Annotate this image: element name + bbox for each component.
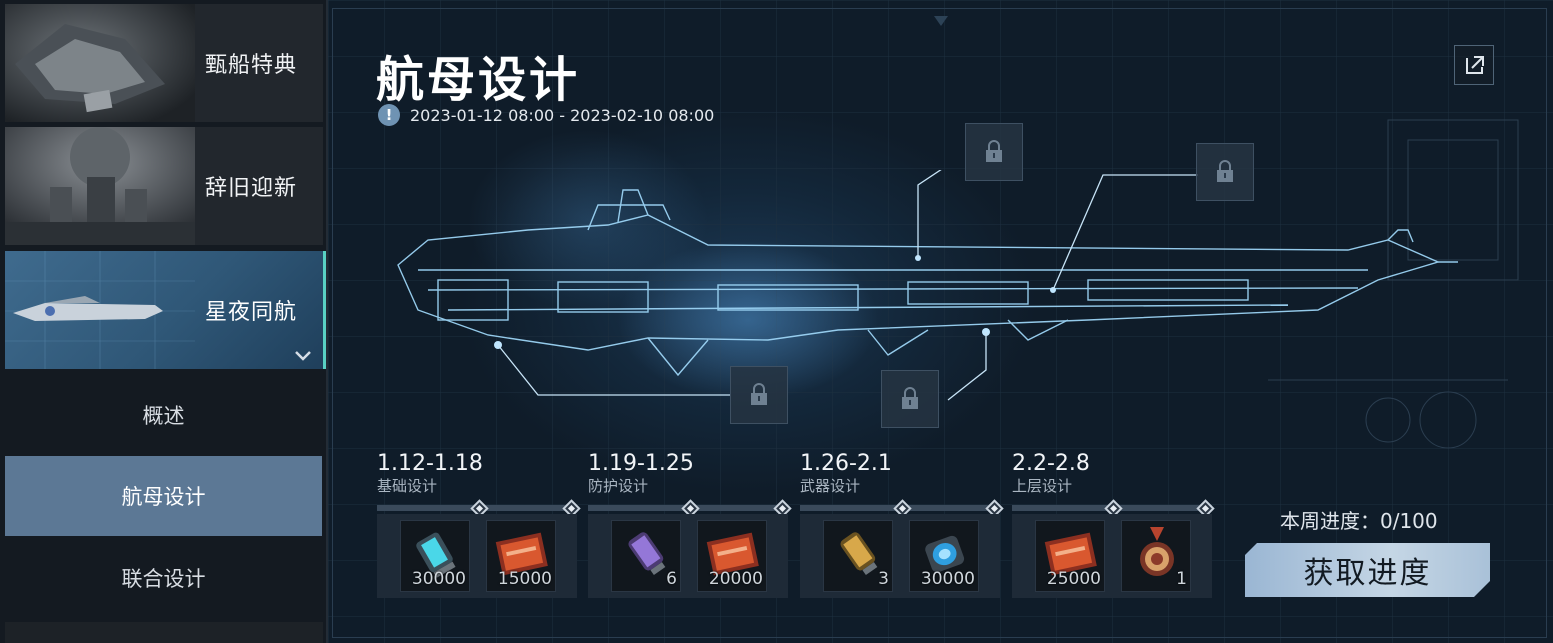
event-card-ship-special[interactable]: 甄船特典 [5,4,323,122]
chevron-down-icon[interactable] [295,351,311,361]
reward-quantity: 3 [878,569,889,589]
characters-thumbnail [5,127,195,245]
lock-icon [902,387,918,409]
share-button[interactable] [1454,45,1494,85]
reward-item[interactable]: 30000 [909,520,979,592]
locked-part-slot[interactable] [965,123,1023,181]
warship-thumbnail [5,4,195,122]
stage-range: 1.19-1.25 [588,451,694,476]
reward-item[interactable]: 25000 [1035,520,1105,592]
reward-quantity: 20000 [708,569,763,589]
locked-part-slot[interactable] [730,366,788,424]
event-label: 辞旧迎新 [204,176,297,201]
stage-name: 上层设计 [1012,477,1073,495]
event-card-starry-voyage[interactable]: 星夜同航 [5,251,326,369]
info-icon[interactable]: ! [378,104,400,126]
reward-item[interactable]: 20000 [697,520,767,592]
stage-header: 1.12-1.18 基础设计 [377,451,577,496]
locked-part-slot[interactable] [881,370,939,428]
reward-item[interactable]: 3 [823,520,893,592]
main-panel: 航母设计 ! 2023-01-12 08:00 - 2023-02-10 08:… [328,0,1553,643]
lock-icon [986,140,1002,162]
event-duration: ! 2023-01-12 08:00 - 2023-02-10 08:00 [378,104,714,126]
stage-header: 1.26-2.1 武器设计 [800,451,1000,496]
stage-name: 防护设计 [588,477,649,495]
stage-rewards: 6 20000 [588,514,788,598]
event-card-partial[interactable] [5,622,323,643]
page-title: 航母设计 [376,52,581,108]
event-label: 星夜同航 [204,300,297,325]
reward-quantity: 25000 [1046,569,1101,589]
reward-quantity: 30000 [411,569,466,589]
event-label: 甄船特典 [204,53,297,78]
sub-item-carrier-design[interactable]: 航母设计 [5,456,322,536]
stage-header: 2.2-2.8 上层设计 [1012,451,1212,496]
carrier-thumbnail [5,251,195,369]
sub-item-joint-design[interactable]: 联合设计 [5,538,322,618]
reward-quantity: 6 [666,569,677,589]
stage-name: 武器设计 [800,477,861,495]
stage-header: 1.19-1.25 防护设计 [588,451,788,496]
sidebar: 甄船特典 辞旧迎新 星夜同航 概述 航母设计 联合设计 [0,0,328,643]
lock-icon [1217,160,1233,182]
stage-rewards: 25000 1 [1012,514,1212,598]
reward-item[interactable]: 15000 [486,520,556,592]
reward-quantity: 1 [1176,569,1187,589]
stage-rewards: 3 30000 [800,514,1000,598]
locked-part-slot[interactable] [1196,143,1254,201]
stage-rewards: 30000 15000 [377,514,577,598]
lock-icon [751,383,767,405]
stage-range: 1.26-2.1 [800,451,892,476]
external-link-icon [1466,56,1484,74]
reward-item[interactable]: 1 [1121,520,1191,592]
reward-quantity: 15000 [497,569,552,589]
event-card-new-year[interactable]: 辞旧迎新 [5,127,323,245]
get-progress-button[interactable]: 获取进度 [1245,543,1490,597]
reward-item[interactable]: 30000 [400,520,470,592]
date-range: 2023-01-12 08:00 - 2023-02-10 08:00 [410,105,715,125]
reward-item[interactable]: 6 [611,520,681,592]
stage-name: 基础设计 [377,477,438,495]
stage-range: 2.2-2.8 [1012,451,1090,476]
stage-range: 1.12-1.18 [377,451,483,476]
weekly-progress: 本周进度：0/100 [1280,509,1438,533]
reward-quantity: 30000 [920,569,975,589]
sub-item-overview[interactable]: 概述 [5,375,322,455]
